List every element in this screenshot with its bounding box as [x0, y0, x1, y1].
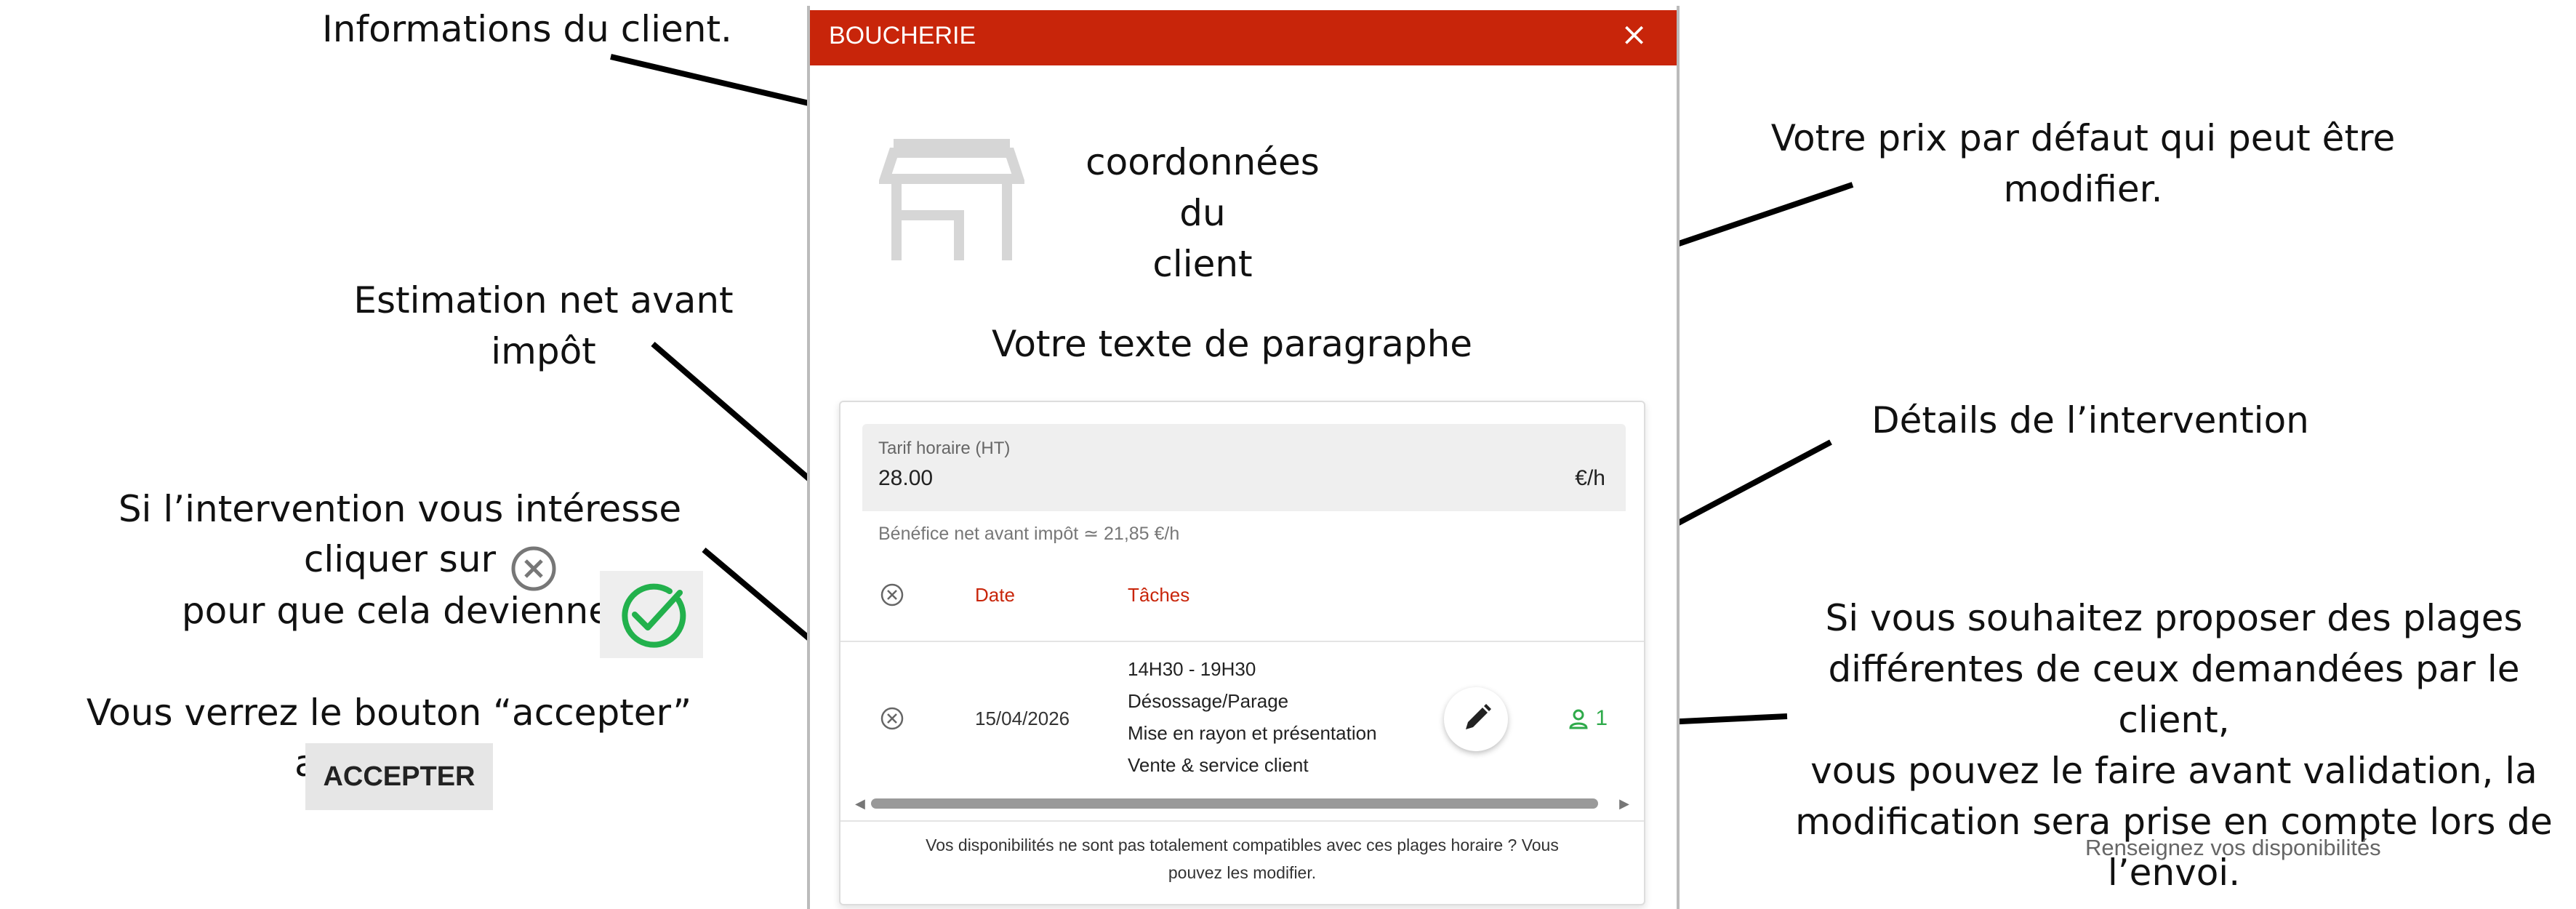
annotation-client-info: Informations du client.: [322, 8, 732, 50]
horizontal-scrollbar[interactable]: ◀ ▶: [855, 796, 1629, 812]
client-details: coordonnées du client: [1057, 137, 1348, 289]
row-select-toggle-icon[interactable]: [880, 706, 904, 731]
close-icon[interactable]: ×: [1621, 16, 1648, 53]
persons-count: 1: [1568, 706, 1608, 731]
annotation-propose-line3: vous pouvez le faire avant validation, l…: [1810, 750, 2537, 792]
check-circle-sample: [600, 571, 703, 658]
person-icon: [1569, 709, 1588, 729]
scroll-left-arrow-icon[interactable]: ◀: [855, 796, 865, 812]
annotation-interest-line2: cliquer sur: [303, 538, 497, 580]
scroll-right-arrow-icon[interactable]: ▶: [1619, 796, 1629, 812]
column-header-tasks: Tâches: [1128, 584, 1190, 606]
row-time-range: 14H30 - 19H30: [1128, 658, 1256, 680]
row-task-3: Vente & service client: [1128, 754, 1309, 776]
row-task-2: Mise en rayon et présentation: [1128, 722, 1377, 744]
close-circle-icon: [511, 546, 556, 591]
edit-schedule-button[interactable]: [1444, 687, 1508, 751]
dialog-header: BOUCHERIE ×: [810, 10, 1677, 65]
persons-count-value: 1: [1595, 706, 1608, 730]
intervention-card: Tarif horaire (HT) 28.00 €/h Bénéfice ne…: [839, 401, 1645, 905]
availability-hint: Renseignez vos disponibilités: [2085, 835, 2381, 860]
hourly-rate-field[interactable]: Tarif horaire (HT) 28.00 €/h: [862, 424, 1626, 511]
intervention-dialog: BOUCHERIE × coordonnées du client Votre …: [807, 6, 1680, 909]
column-header-date: Date: [975, 584, 1015, 606]
annotation-default-price: Votre prix par défaut qui peut être modi…: [1770, 117, 2396, 210]
annotation-interest-line1: Si l’intervention vous intéresse: [118, 488, 682, 530]
annotation-estimate-line1: Estimation net avant: [353, 279, 734, 321]
footer-divider: [840, 820, 1644, 822]
accept-button-sample[interactable]: ACCEPTER: [305, 743, 493, 810]
dialog-title: BOUCHERIE: [829, 22, 976, 49]
shop-icon: [879, 139, 1024, 260]
check-circle-icon: [622, 583, 686, 648]
row-date: 15/04/2026: [975, 708, 1070, 729]
pencil-icon: [1466, 704, 1491, 729]
annotation-details: Détails de l’intervention: [1871, 399, 2309, 441]
select-all-toggle-icon[interactable]: [880, 582, 904, 607]
annotation-estimate: Estimation net avant impôt: [327, 275, 760, 377]
client-details-line2: client: [1152, 243, 1253, 285]
hourly-rate-label: Tarif horaire (HT): [878, 439, 1011, 458]
scrollbar-thumb[interactable]: [871, 798, 1598, 809]
availability-note-line2: pouvez les modifier.: [1168, 863, 1317, 882]
availability-note: Vos disponibilités ne sont pas totalemen…: [862, 831, 1622, 886]
annotation-estimate-line2: impôt: [491, 330, 596, 372]
row-divider: [840, 641, 1644, 642]
hourly-rate-input[interactable]: 28.00: [878, 466, 933, 491]
client-details-line1: coordonnées du: [1086, 141, 1320, 234]
net-benefit-estimate: Bénéfice net avant impôt ≃ 21,85 €/h: [878, 524, 1180, 544]
row-task-1: Désossage/Parage: [1128, 690, 1289, 712]
paragraph-text: Votre texte de paragraphe: [992, 323, 1473, 365]
hourly-rate-unit: €/h: [1575, 466, 1605, 490]
annotation-propose-line1: Si vous souhaitez proposer des plages: [1825, 597, 2523, 639]
annotation-propose-line2: différentes de ceux demandées par le cli…: [1828, 648, 2520, 741]
availability-note-line1: Vos disponibilités ne sont pas totalemen…: [926, 836, 1559, 854]
